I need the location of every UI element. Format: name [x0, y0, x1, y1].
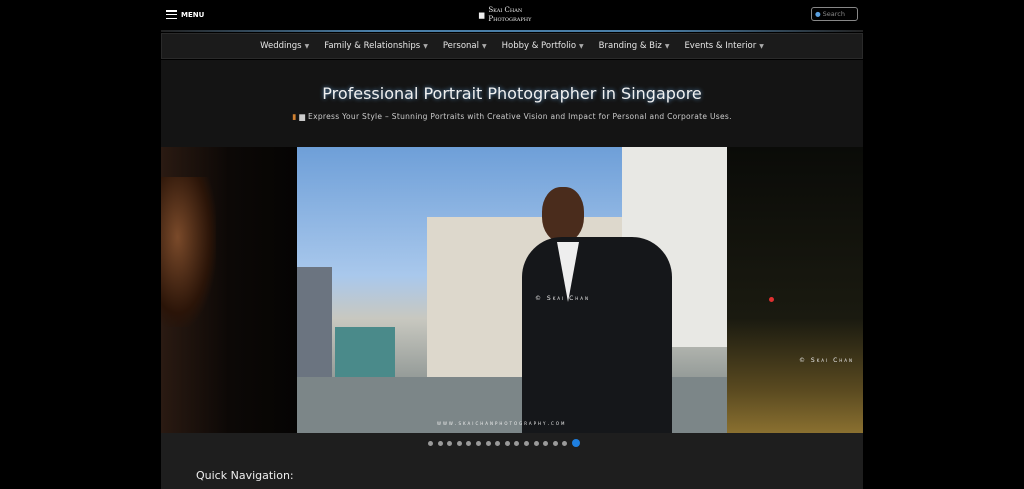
carousel-dot-16[interactable] — [571, 439, 580, 447]
menu-button[interactable]: MENU — [166, 10, 204, 19]
search-input[interactable]: ● Search — [811, 7, 858, 21]
portrait-photo — [161, 177, 216, 327]
search-placeholder: Search — [822, 10, 846, 18]
carousel-dot-14[interactable] — [552, 440, 558, 446]
caret-down-icon: ▼ — [481, 43, 487, 50]
nav-item-weddings[interactable]: Weddings ▼ — [260, 41, 309, 51]
nav-item-hobby[interactable]: Hobby & Portfolio ▼ — [502, 41, 584, 51]
quick-navigation-heading: Quick Navigation: — [196, 469, 294, 482]
carousel-dot-8[interactable] — [495, 440, 501, 446]
watermark: © Skai Chan — [535, 295, 591, 302]
portrait-subject — [522, 187, 672, 433]
main-nav: Weddings ▼ Family & Relationships ▼ Person… — [161, 33, 863, 59]
hamburger-icon — [166, 10, 177, 19]
site-logo[interactable]: ▆ Skai Chan Photography — [479, 6, 531, 24]
caret-down-icon: ▼ — [579, 43, 584, 50]
carousel-dot-3[interactable] — [447, 440, 453, 446]
carousel-slide-next[interactable]: © Skai Chan — [727, 147, 863, 433]
carousel-dot-9[interactable] — [504, 440, 510, 446]
nav-item-events[interactable]: Events & Interior ▼ — [684, 41, 763, 51]
caret-down-icon: ▼ — [664, 43, 670, 50]
nav-item-personal[interactable]: Personal ▼ — [443, 41, 487, 51]
camera-icon: ▆ — [299, 112, 306, 121]
carousel-dot-7[interactable] — [485, 440, 491, 446]
carousel-dot-15[interactable] — [562, 440, 568, 446]
caret-down-icon: ▼ — [759, 43, 764, 50]
watermark: © Skai Chan — [799, 357, 855, 364]
carousel-slide-prev[interactable] — [161, 147, 297, 433]
carousel-dot-2[interactable] — [437, 440, 443, 446]
carousel-dot-13[interactable] — [543, 440, 549, 446]
pencil-icon: ▮ — [292, 112, 297, 121]
logo-line1: Skai Chan — [488, 6, 523, 14]
page-title: Professional Portrait Photographer in Si… — [322, 84, 702, 103]
nav-item-family[interactable]: Family & Relationships ▼ — [324, 41, 428, 51]
hero-section: Professional Portrait Photographer in Si… — [161, 60, 863, 147]
caret-down-icon: ▼ — [423, 43, 428, 50]
carousel-dot-4[interactable] — [456, 440, 462, 446]
caret-down-icon: ▼ — [304, 43, 310, 50]
page-subtitle: ▮ ▆ Express Your Style – Stunning Portra… — [292, 112, 732, 121]
carousel-dots — [428, 439, 580, 447]
carousel-dot-1[interactable] — [428, 440, 433, 446]
watermark-url: www.skaichanphotography.com — [437, 421, 567, 427]
carousel-dot-5[interactable] — [466, 440, 472, 446]
carousel-slide-active[interactable]: © Skai Chan www.skaichanphotography.com — [297, 147, 727, 433]
nav-item-branding[interactable]: Branding & Biz ▼ — [599, 41, 670, 51]
search-icon: ● — [815, 10, 821, 18]
logo-line2: Photography — [488, 15, 532, 23]
camera-icon: ▆ — [479, 10, 485, 19]
carousel-dot-11[interactable] — [523, 440, 529, 446]
carousel-dot-12[interactable] — [533, 440, 539, 446]
divider — [161, 30, 863, 32]
menu-label: MENU — [181, 10, 205, 19]
carousel-dot-6[interactable] — [475, 440, 481, 446]
carousel-dot-10[interactable] — [514, 440, 520, 446]
